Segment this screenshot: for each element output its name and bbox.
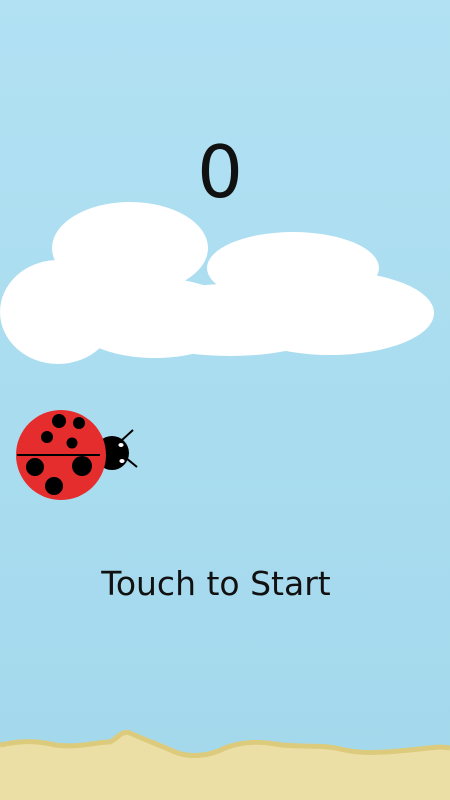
game-screen[interactable]: 0 Touch to Start: [0, 0, 450, 800]
sky-background: [0, 0, 450, 800]
game-scene: [0, 0, 450, 800]
touch-to-start-prompt[interactable]: Touch to Start: [0, 563, 432, 605]
score-counter: 0: [197, 130, 243, 214]
